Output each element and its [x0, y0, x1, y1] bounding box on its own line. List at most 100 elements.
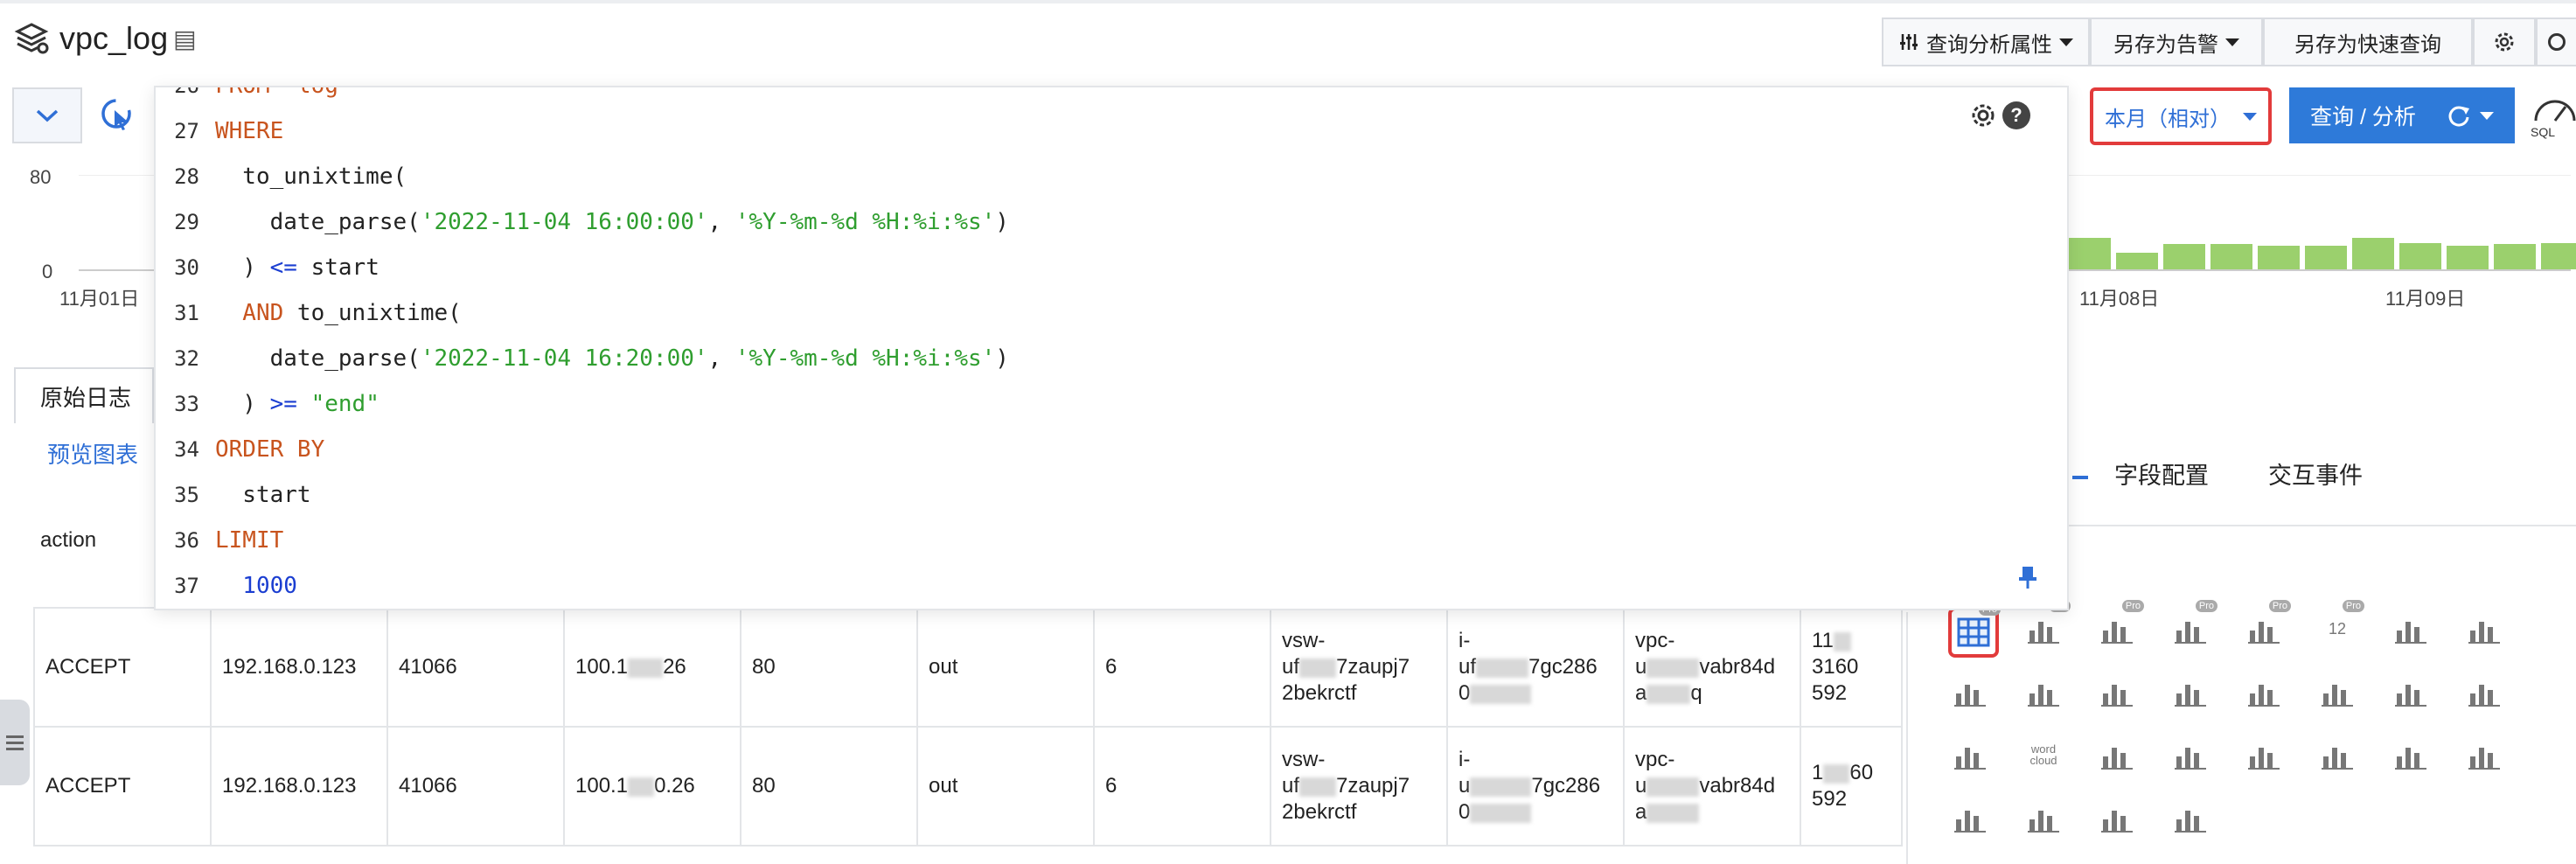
word-cloud-icon[interactable]: word cloud	[2022, 733, 2065, 777]
progress-bar-icon[interactable]	[2242, 670, 2286, 714]
code-line: 36 LIMIT	[156, 518, 283, 563]
histogram-bar[interactable]	[2116, 253, 2158, 269]
tree-diagram-icon[interactable]	[2462, 733, 2506, 777]
cell-text: u	[1459, 774, 1471, 798]
logstore-title: vpc_log ▤	[12, 19, 197, 58]
sql-enhance-toggle[interactable]: SQL	[2531, 87, 2576, 143]
tab-interaction-events[interactable]: 交互事件	[2268, 456, 2363, 491]
code-text: FROM log	[215, 86, 338, 99]
single-value-icon[interactable]: 12 Pro	[2315, 600, 2364, 651]
document-icon[interactable]: ▤	[173, 24, 196, 53]
help-icon[interactable]: ?	[2002, 101, 2030, 129]
cursor-target-icon	[101, 99, 131, 130]
histogram-bar[interactable]	[2399, 243, 2441, 269]
funnel-icon[interactable]	[2169, 733, 2212, 777]
cell-text: 7zaupj7	[1336, 774, 1410, 798]
treemap-icon[interactable]	[2095, 733, 2139, 777]
share-button[interactable]	[2536, 17, 2576, 66]
code-token: '2022-11-04 16:20:00'	[420, 345, 708, 372]
code-line: 33 ) >= "end"	[156, 381, 379, 427]
flow-chart-icon[interactable]	[2315, 670, 2359, 714]
scatter-plot-icon[interactable]	[2022, 670, 2065, 714]
world-map-icon[interactable]	[2169, 670, 2212, 714]
histogram-bar[interactable]	[2447, 246, 2489, 269]
tab-field-config[interactable]: 字段配置	[2114, 456, 2209, 491]
location-icon[interactable]	[2022, 796, 2065, 840]
area-chart-icon[interactable]: Pro	[2169, 600, 2217, 651]
code-line-partial: 26 FROM log	[156, 86, 338, 108]
histogram-bar[interactable]	[2210, 244, 2252, 269]
bar-list-icon[interactable]	[2242, 733, 2286, 777]
cell-instance-id: i-u 7gc286 0	[1446, 726, 1625, 847]
save-as-quick-query-button[interactable]: 另存为快速查询	[2263, 17, 2473, 66]
query-analyze-button[interactable]: 查询 / 分析	[2289, 87, 2515, 143]
chart-glyph	[2028, 685, 2059, 707]
histogram-bar[interactable]	[2352, 238, 2394, 269]
cell-vswitch-id: vsw-uf 7zaupj7 2bekrctf	[1270, 607, 1448, 728]
pro-badge: Pro	[2342, 600, 2364, 612]
sankey-icon[interactable]	[1948, 733, 1992, 777]
collapse-query-button[interactable]	[12, 87, 82, 143]
chart-glyph	[2175, 748, 2206, 770]
histogram-bar[interactable]	[2258, 246, 2300, 269]
sidebar-toggle-handle[interactable]	[0, 700, 30, 785]
line-chart-icon[interactable]: Pro	[2022, 600, 2071, 651]
save-as-alert-button[interactable]: 另存为告警	[2090, 17, 2263, 66]
bar-chart-icon[interactable]: Pro	[2095, 600, 2144, 651]
redaction-mask	[1476, 658, 1529, 678]
cell-text: q	[1690, 681, 1702, 705]
share-icon	[2548, 33, 2566, 51]
chart-glyph	[2248, 622, 2280, 644]
histogram-bar[interactable]	[2305, 246, 2347, 269]
candlestick-icon[interactable]	[2169, 796, 2212, 840]
digit-label: 12	[2328, 619, 2347, 638]
pie-chart-icon[interactable]: Pro	[2242, 600, 2291, 651]
settings-button[interactable]	[2473, 17, 2536, 66]
cross-table-icon[interactable]	[1948, 670, 1992, 714]
histogram-bar[interactable]	[2494, 244, 2536, 269]
time-range-selector[interactable]: 本月（相对）	[2090, 87, 2272, 145]
table-chart-icon[interactable]: Pro	[1948, 603, 2001, 658]
redaction-mask	[1470, 803, 1532, 823]
code-token: >=	[269, 391, 297, 417]
column-list-icon[interactable]	[2315, 733, 2359, 777]
code-token: )	[215, 254, 270, 281]
histogram-bars[interactable]	[2069, 236, 2576, 269]
map-pin-icon[interactable]	[2389, 670, 2433, 714]
histogram-bar[interactable]	[2541, 243, 2576, 269]
tab-raw-logs[interactable]: 原始日志	[14, 367, 154, 423]
cell-text: a	[1635, 800, 1647, 824]
china-map-icon[interactable]	[2095, 670, 2139, 714]
chevron-down-icon	[36, 109, 59, 122]
gear-icon[interactable]	[1969, 101, 1997, 129]
tab-preview-chart[interactable]: 预览图表	[47, 437, 138, 470]
query-assistant-button[interactable]	[87, 87, 149, 143]
code-line: 35 start	[156, 472, 310, 518]
column-header-action[interactable]: action	[40, 528, 96, 553]
histogram-bar[interactable]	[2163, 244, 2205, 269]
pin-icon[interactable]	[2016, 565, 2039, 589]
code-token: <=	[269, 254, 297, 281]
metric-grid-icon[interactable]	[2389, 733, 2433, 777]
radar-chart-icon[interactable]	[2462, 607, 2506, 651]
chevron-down-icon	[2059, 38, 2073, 46]
histogram-bar[interactable]	[2069, 238, 2111, 269]
sql-badge-label: SQL	[2531, 125, 2556, 139]
chart-glyph	[2395, 622, 2426, 644]
cell-text: uf	[1282, 774, 1300, 798]
map-fold-icon[interactable]	[1948, 796, 1992, 840]
redaction-mask	[1647, 658, 1700, 678]
bubble-chart-icon[interactable]	[2095, 796, 2139, 840]
redaction-mask	[1823, 763, 1850, 784]
cell-dstaddr: 100.1 26	[563, 607, 741, 728]
topology-icon[interactable]	[2462, 670, 2506, 714]
cell-action: ACCEPT	[33, 726, 212, 847]
sql-editor-popup[interactable]: 26 FROM log 27 WHERE 28 to_unixtime(29 date…	[154, 86, 2069, 610]
code-token: date_parse(	[215, 209, 421, 235]
analysis-properties-button[interactable]: 查询分析属性	[1882, 17, 2090, 66]
histogram-icon[interactable]	[2389, 607, 2433, 651]
refresh-dropdown[interactable]	[2447, 103, 2494, 128]
logstore-name: vpc_log	[59, 20, 169, 56]
cell-text: a	[1635, 681, 1647, 705]
chevron-down-icon	[2225, 38, 2239, 46]
